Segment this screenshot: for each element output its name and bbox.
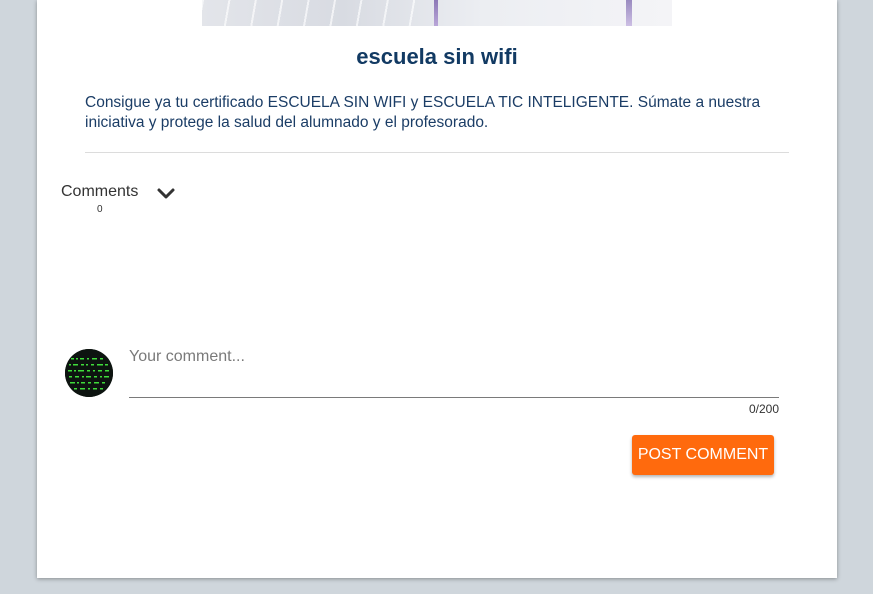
post-title: escuela sin wifi	[356, 44, 518, 69]
post-description: Consigue ya tu certificado ESCUELA SIN W…	[85, 94, 761, 131]
post-card: escuela sin wifi Consigue ya tu certific…	[37, 0, 837, 578]
post-image	[202, 0, 672, 26]
post-comment-button[interactable]: POST COMMENT	[632, 435, 774, 475]
comments-count: 0	[97, 204, 103, 215]
comments-label[interactable]: Comments	[61, 183, 138, 201]
chevron-down-icon[interactable]	[156, 186, 176, 202]
character-counter: 0/200	[748, 402, 779, 416]
avatar	[65, 349, 113, 397]
comment-field	[129, 344, 779, 400]
comment-input[interactable]	[129, 344, 779, 398]
divider	[85, 152, 789, 153]
